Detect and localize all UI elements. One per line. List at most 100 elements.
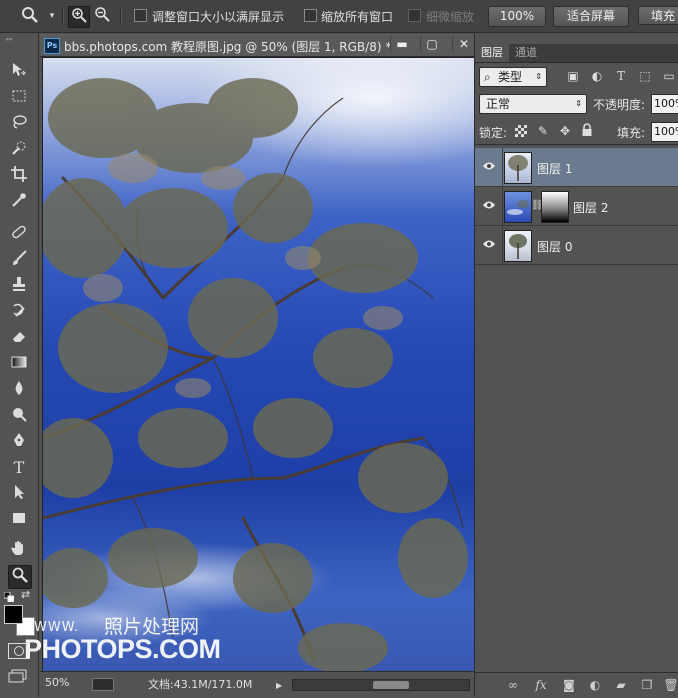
clone-stamp-tool-icon[interactable] xyxy=(8,275,30,297)
zoom-out-icon[interactable] xyxy=(92,6,112,26)
close-button[interactable]: ✕ xyxy=(452,36,475,52)
document-size-info: 文档:43.1M/171.0M xyxy=(148,678,253,691)
new-group-icon[interactable]: ▰ xyxy=(613,677,629,693)
scrollbar-thumb[interactable] xyxy=(373,681,409,689)
blend-mode-value: 正常 xyxy=(486,97,511,111)
lasso-tool-icon[interactable] xyxy=(8,113,30,135)
maximize-button[interactable]: ▢ xyxy=(420,36,443,52)
marquee-tool-icon[interactable] xyxy=(8,87,30,109)
type-tool-icon[interactable]: T xyxy=(8,457,30,479)
zoom-in-icon[interactable] xyxy=(68,6,90,28)
layer-row-2[interactable]: ⛓ 图层 2 xyxy=(475,187,678,226)
status-info-icon[interactable] xyxy=(92,678,114,691)
opacity-field[interactable]: 100% xyxy=(651,94,678,114)
chevron-updown-icon: ⇕ xyxy=(535,72,542,81)
type-filter-icon[interactable]: T xyxy=(613,68,629,84)
zoom-all-windows-label: 缩放所有窗口 xyxy=(321,10,394,24)
path-selection-tool-icon[interactable] xyxy=(8,483,30,505)
visibility-cell[interactable] xyxy=(475,187,503,225)
document-tab[interactable]: Ps bbs.photops.com 教程原图.jpg @ 50% (图层 1,… xyxy=(40,34,474,57)
visibility-cell[interactable] xyxy=(475,148,503,186)
eyedropper-tool-icon[interactable] xyxy=(8,191,30,213)
foreground-color-swatch[interactable] xyxy=(4,605,23,624)
options-bar: ▾ 调整窗口大小以满屏显示 缩放所有窗口 细微缩放 100% 适合屏幕 填充屏幕 xyxy=(0,0,678,33)
scrubby-zoom-label: 细微缩放 xyxy=(426,10,475,24)
zoom-icon[interactable] xyxy=(20,6,40,26)
fill-screen-button[interactable]: 填充屏幕 xyxy=(638,6,678,25)
layer-thumbnail xyxy=(504,191,532,223)
rectangle-tool-icon[interactable] xyxy=(8,509,30,531)
fill-label: 填充: xyxy=(617,126,646,140)
eye-icon[interactable] xyxy=(481,198,497,214)
layer-name: 图层 2 xyxy=(573,201,609,215)
blur-tool-icon[interactable] xyxy=(8,379,30,401)
blend-mode-select[interactable]: 正常 ⇕ xyxy=(479,94,587,114)
visibility-cell[interactable] xyxy=(475,226,503,264)
trash-icon[interactable]: 🗑 xyxy=(663,677,678,693)
add-mask-icon[interactable]: ◙ xyxy=(561,677,577,693)
opacity-label: 不透明度: xyxy=(593,98,646,112)
adjustment-layer-icon[interactable]: ◐ xyxy=(587,677,603,693)
divider xyxy=(475,144,678,145)
resize-windows-label: 调整窗口大小以满屏显示 xyxy=(152,10,285,24)
fill-field[interactable]: 100% xyxy=(651,122,678,142)
tree-photo xyxy=(43,58,474,671)
pen-tool-icon[interactable] xyxy=(8,431,30,453)
document-canvas[interactable] xyxy=(42,57,475,672)
swap-colors-icon[interactable]: ⇄ xyxy=(21,589,33,601)
smart-object-filter-icon[interactable]: ▭ xyxy=(661,68,677,84)
lock-position-icon[interactable]: ✥ xyxy=(557,123,573,139)
eye-icon[interactable] xyxy=(481,237,497,253)
fx-icon[interactable]: fx xyxy=(533,677,549,693)
lock-label: 锁定: xyxy=(479,126,508,140)
hand-tool-icon[interactable] xyxy=(8,539,30,561)
brush-tool-icon[interactable] xyxy=(8,249,30,271)
default-colors-icon[interactable] xyxy=(3,591,15,603)
layer-row-0[interactable]: 图层 0 xyxy=(475,226,678,265)
link-chain-icon[interactable]: ⛓ xyxy=(531,199,544,213)
adjustment-filter-icon[interactable]: ◐ xyxy=(589,68,605,84)
quick-selection-tool-icon[interactable] xyxy=(8,139,30,161)
chevron-down-icon[interactable]: ▾ xyxy=(42,6,62,26)
layer-mask-thumbnail[interactable] xyxy=(541,191,569,223)
screen-mode-icon[interactable] xyxy=(8,669,28,683)
status-menu-arrow-icon[interactable]: ▶ xyxy=(276,681,282,690)
layer-row-1[interactable]: 图层 1 xyxy=(475,148,678,187)
fit-screen-button[interactable]: 适合屏幕 xyxy=(553,6,629,27)
lock-all-icon[interactable] xyxy=(579,123,595,139)
watermark-domain: PHOTOPS.COM xyxy=(24,634,221,664)
panel-collapse-icon[interactable]: ▸▸ xyxy=(6,35,32,43)
lock-pixels-icon[interactable]: ✎ xyxy=(535,123,551,139)
minimize-button[interactable]: ▬ xyxy=(390,36,413,52)
resize-windows-checkbox[interactable] xyxy=(134,9,147,22)
zoom-tool-icon[interactable] xyxy=(8,565,32,589)
zoom-level[interactable]: 50% xyxy=(45,676,69,689)
layer-filter-value: 类型 xyxy=(498,70,523,84)
gradient-tool-icon[interactable] xyxy=(8,353,30,375)
lock-transparency-icon[interactable] xyxy=(515,125,527,137)
link-layers-icon[interactable]: ∞ xyxy=(505,677,521,693)
move-tool-icon[interactable] xyxy=(8,61,30,83)
new-layer-icon[interactable]: ❐ xyxy=(639,677,655,693)
spot-healing-tool-icon[interactable] xyxy=(8,223,30,245)
tab-layers[interactable]: 图层 xyxy=(475,44,509,62)
eraser-tool-icon[interactable] xyxy=(8,327,30,349)
layer-filter-select[interactable]: ⌕ 类型 ⇕ xyxy=(479,67,547,87)
layer-thumbnail xyxy=(504,230,532,262)
chevron-updown-icon: ⇕ xyxy=(575,99,582,108)
zoom-100-button[interactable]: 100% xyxy=(488,6,546,27)
status-bar: 50% 文档:43.1M/171.0M ▶ xyxy=(40,671,474,698)
toolbar-separator xyxy=(62,6,64,26)
zoom-all-windows-checkbox[interactable] xyxy=(304,9,317,22)
horizontal-scrollbar[interactable] xyxy=(292,679,470,691)
tab-channels[interactable]: 通道 xyxy=(509,44,543,62)
toolbar-separator xyxy=(120,6,122,26)
shape-filter-icon[interactable]: ⬚ xyxy=(637,68,653,84)
toolbox: ▸▸ T ⇄ xyxy=(0,33,39,697)
eye-icon[interactable] xyxy=(481,159,497,175)
scrubby-zoom-checkbox[interactable] xyxy=(408,9,421,22)
pixel-filter-icon[interactable]: ▣ xyxy=(565,68,581,84)
dodge-tool-icon[interactable] xyxy=(8,405,30,427)
history-brush-tool-icon[interactable] xyxy=(8,301,30,323)
crop-tool-icon[interactable] xyxy=(8,165,30,187)
